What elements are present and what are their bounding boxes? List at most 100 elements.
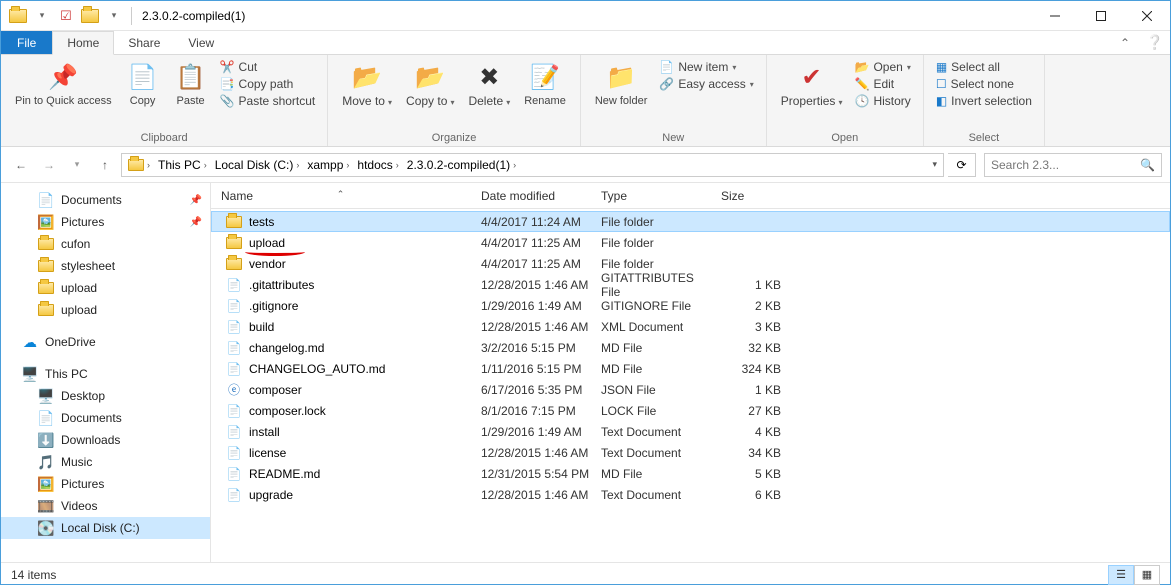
titlebar: ▾ ☑ ▾ 2.3.0.2-compiled(1) bbox=[1, 1, 1170, 31]
tab-view[interactable]: View bbox=[174, 31, 228, 54]
qat-customize-icon[interactable]: ▾ bbox=[103, 5, 125, 27]
file-row[interactable]: ⓔcomposer6/17/2016 5:35 PMJSON File1 KB bbox=[211, 379, 1170, 400]
tree-item[interactable]: 🎵Music bbox=[1, 451, 210, 473]
breadcrumb-segment[interactable]: 2.3.0.2-compiled(1)› bbox=[403, 154, 520, 176]
file-type: File folder bbox=[591, 257, 711, 271]
help-icon[interactable]: ❔ bbox=[1140, 31, 1170, 54]
file-row[interactable]: upload4/4/2017 11:25 AMFile folder bbox=[211, 232, 1170, 253]
up-button[interactable]: ↑ bbox=[93, 153, 117, 177]
tree-item[interactable]: 🖼️Pictures bbox=[1, 473, 210, 495]
ribbon-tabs: File Home Share View ⌃ ❔ bbox=[1, 31, 1170, 55]
copy-path-button[interactable]: 📑Copy path bbox=[216, 76, 320, 92]
cut-icon: ✂️ bbox=[220, 60, 235, 74]
tree-item[interactable]: 📄Documents bbox=[1, 407, 210, 429]
cut-button[interactable]: ✂️Cut bbox=[216, 59, 320, 75]
copy-to-button[interactable]: 📂Copy to ▾ bbox=[400, 59, 460, 110]
tree-item[interactable]: 📄Documents📌 bbox=[1, 189, 210, 211]
file-row[interactable]: 📄changelog.md3/2/2016 5:15 PMMD File32 K… bbox=[211, 337, 1170, 358]
copy-button[interactable]: 📄Copy bbox=[120, 59, 166, 109]
forward-button[interactable]: → bbox=[37, 153, 61, 177]
file-row[interactable]: 📄composer.lock8/1/2016 7:15 PMLOCK File2… bbox=[211, 400, 1170, 421]
invert-selection-button[interactable]: ◧Invert selection bbox=[932, 93, 1036, 109]
tab-file[interactable]: File bbox=[1, 31, 52, 54]
col-header-date[interactable]: Date modified bbox=[471, 189, 591, 203]
tree-item[interactable]: upload bbox=[1, 299, 210, 321]
close-button[interactable] bbox=[1124, 1, 1170, 30]
tree-item[interactable]: upload bbox=[1, 277, 210, 299]
col-header-name[interactable]: ⌃Name bbox=[211, 189, 471, 203]
select-all-button[interactable]: ▦Select all bbox=[932, 59, 1036, 75]
tree-item[interactable]: 🎞️Videos bbox=[1, 495, 210, 517]
refresh-button[interactable]: ⟳ bbox=[948, 153, 976, 177]
col-header-size[interactable]: Size bbox=[711, 189, 791, 203]
new-folder-button[interactable]: 📁New folder bbox=[589, 59, 654, 109]
search-input[interactable]: Search 2.3... 🔍 bbox=[984, 153, 1162, 177]
properties-button[interactable]: ✔Properties ▾ bbox=[775, 59, 849, 110]
file-row[interactable]: 📄license12/28/2015 1:46 AMText Document3… bbox=[211, 442, 1170, 463]
file-type: Text Document bbox=[591, 425, 711, 439]
paste-shortcut-button[interactable]: 📎Paste shortcut bbox=[216, 93, 320, 109]
new-item-button[interactable]: 📄New item ▾ bbox=[655, 59, 757, 75]
file-size: 2 KB bbox=[711, 299, 791, 313]
tree-item-onedrive[interactable]: ☁OneDrive bbox=[1, 331, 210, 353]
tree-item[interactable]: cufon bbox=[1, 233, 210, 255]
file-row[interactable]: 📄.gitattributes12/28/2015 1:46 AMGITATTR… bbox=[211, 274, 1170, 295]
tree-item-thispc[interactable]: 🖥️This PC bbox=[1, 363, 210, 385]
delete-button[interactable]: ✖Delete ▾ bbox=[462, 59, 516, 110]
file-icon: 📄 bbox=[225, 299, 243, 313]
addr-dropdown-icon[interactable]: ▾ bbox=[928, 154, 941, 176]
file-list: ⌃Name Date modified Type Size tests4/4/2… bbox=[211, 183, 1170, 562]
onedrive-icon: ☁ bbox=[21, 334, 39, 351]
tree-item[interactable]: 🖥️Desktop bbox=[1, 385, 210, 407]
file-row[interactable]: 📄CHANGELOG_AUTO.md1/11/2016 5:15 PMMD Fi… bbox=[211, 358, 1170, 379]
pin-quick-access-button[interactable]: 📌Pin to Quick access bbox=[9, 59, 118, 109]
minimize-button[interactable] bbox=[1032, 1, 1078, 30]
qat-newfolder-icon[interactable] bbox=[79, 5, 101, 27]
qat-dropdown-icon[interactable]: ▾ bbox=[31, 5, 53, 27]
paste-button[interactable]: 📋Paste bbox=[168, 59, 214, 109]
window-title: 2.3.0.2-compiled(1) bbox=[138, 9, 245, 23]
tab-share[interactable]: Share bbox=[114, 31, 174, 54]
history-icon: 🕓 bbox=[855, 94, 870, 108]
navbar: ← → ▾ ↑ › This PC›Local Disk (C:)›xampp›… bbox=[1, 147, 1170, 183]
file-icon: 📄 bbox=[225, 488, 243, 502]
breadcrumb-segment[interactable]: htdocs› bbox=[353, 154, 402, 176]
ribbon-collapse-icon[interactable]: ⌃ bbox=[1110, 31, 1140, 54]
rename-button[interactable]: 📝Rename bbox=[518, 59, 572, 109]
tree-item-icon bbox=[37, 304, 55, 316]
maximize-button[interactable] bbox=[1078, 1, 1124, 30]
breadcrumb-segment[interactable]: Local Disk (C:)› bbox=[211, 154, 304, 176]
invert-icon: ◧ bbox=[936, 94, 947, 108]
tree-item[interactable]: 💽Local Disk (C:) bbox=[1, 517, 210, 539]
address-bar[interactable]: › This PC›Local Disk (C:)›xampp›htdocs›2… bbox=[121, 153, 944, 177]
tab-home[interactable]: Home bbox=[52, 31, 114, 55]
view-icons-button[interactable]: ▦ bbox=[1134, 565, 1160, 585]
move-to-button[interactable]: 📂Move to ▾ bbox=[336, 59, 398, 110]
col-header-type[interactable]: Type bbox=[591, 189, 711, 203]
back-button[interactable]: ← bbox=[9, 153, 33, 177]
open-button[interactable]: 📂Open ▾ bbox=[851, 59, 915, 75]
search-icon: 🔍 bbox=[1140, 158, 1155, 172]
easy-access-button[interactable]: 🔗Easy access ▾ bbox=[655, 76, 757, 92]
select-none-button[interactable]: ☐Select none bbox=[932, 76, 1036, 92]
file-name: upgrade bbox=[249, 488, 293, 502]
file-row[interactable]: 📄.gitignore1/29/2016 1:49 AMGITIGNORE Fi… bbox=[211, 295, 1170, 316]
copyto-icon: 📂 bbox=[415, 61, 445, 93]
file-row[interactable]: 📄build12/28/2015 1:46 AMXML Document3 KB bbox=[211, 316, 1170, 337]
nav-tree[interactable]: 📄Documents📌🖼️Pictures📌cufonstylesheetupl… bbox=[1, 183, 211, 562]
breadcrumb-segment[interactable]: xampp› bbox=[303, 154, 353, 176]
history-button[interactable]: 🕓History bbox=[851, 93, 915, 109]
edit-button[interactable]: ✏️Edit bbox=[851, 76, 915, 92]
file-row[interactable]: 📄README.md12/31/2015 5:54 PMMD File5 KB bbox=[211, 463, 1170, 484]
recent-dropdown[interactable]: ▾ bbox=[65, 153, 89, 177]
qat-properties-icon[interactable]: ☑ bbox=[55, 5, 77, 27]
breadcrumb-segment[interactable]: This PC› bbox=[154, 154, 211, 176]
tree-item[interactable]: ⬇️Downloads bbox=[1, 429, 210, 451]
tree-item[interactable]: 🖼️Pictures📌 bbox=[1, 211, 210, 233]
file-row[interactable]: 📄install1/29/2016 1:49 AMText Document4 … bbox=[211, 421, 1170, 442]
file-row[interactable]: tests4/4/2017 11:24 AMFile folder bbox=[211, 211, 1170, 232]
tree-item[interactable]: stylesheet bbox=[1, 255, 210, 277]
view-details-button[interactable]: ☰ bbox=[1108, 565, 1134, 585]
file-row[interactable]: 📄upgrade12/28/2015 1:46 AMText Document6… bbox=[211, 484, 1170, 505]
file-size: 5 KB bbox=[711, 467, 791, 481]
